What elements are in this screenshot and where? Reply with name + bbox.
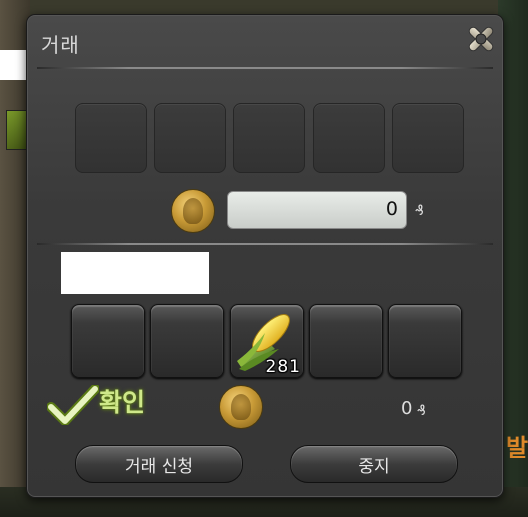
gil-coin-icon	[171, 189, 215, 233]
redacted-label	[0, 50, 28, 80]
close-icon	[463, 21, 499, 61]
confirm-status: 확인	[99, 388, 146, 417]
close-button[interactable]	[463, 23, 499, 59]
partner-item-slot-4[interactable]	[309, 304, 383, 378]
my-item-slot-2[interactable]	[154, 103, 226, 173]
my-item-slot-4[interactable]	[313, 103, 385, 173]
trade-window: 거래 0 ₰ 281 확인 0 ₰ 거래 신청 중지	[26, 14, 504, 498]
partner-gil-coin-icon	[219, 385, 263, 429]
partner-name-redacted	[61, 252, 209, 294]
item-quantity: 281	[265, 357, 301, 377]
title-divider	[37, 67, 493, 69]
my-item-slot-5[interactable]	[392, 103, 464, 173]
my-item-slot-3[interactable]	[233, 103, 305, 173]
partner-gil-unit: ₰	[417, 403, 426, 419]
my-gil-unit: ₰	[415, 203, 424, 219]
section-divider	[37, 243, 493, 245]
request-trade-button[interactable]: 거래 신청	[75, 445, 243, 483]
partner-item-slot-5[interactable]	[388, 304, 462, 378]
window-title: 거래	[41, 33, 80, 57]
my-item-slot-1[interactable]	[75, 103, 147, 173]
background-text-fragment: 발	[506, 434, 528, 458]
partner-item-slot-2[interactable]	[150, 304, 224, 378]
checkmark-icon	[46, 384, 100, 429]
partner-item-slot-1[interactable]	[71, 304, 145, 378]
my-gil-value: 0	[385, 198, 398, 220]
partner-item-slot-3[interactable]: 281	[230, 304, 304, 378]
partner-gil-value: 0	[401, 398, 413, 419]
cancel-button[interactable]: 중지	[290, 445, 458, 483]
my-gil-input[interactable]: 0	[227, 191, 407, 229]
